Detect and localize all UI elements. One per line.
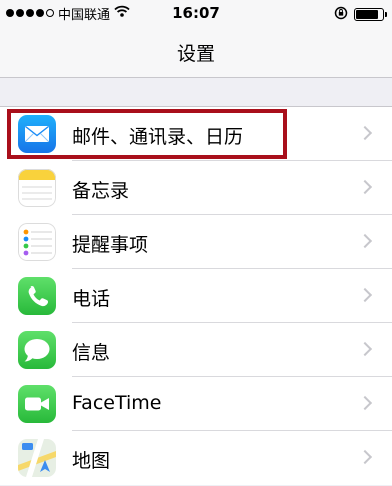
settings-row-label: 地图 xyxy=(72,450,111,472)
chevron-right-icon xyxy=(357,449,373,465)
settings-row-reminders[interactable]: 提醒事项 xyxy=(0,215,392,269)
status-bar: 中国联通 16:07 xyxy=(0,0,392,26)
status-right xyxy=(334,5,387,24)
messages-icon xyxy=(18,331,56,369)
settings-list: 邮件、通讯录、日历 备忘录 提醒事项 电话 信息 FaceTime 地图 xyxy=(0,106,392,485)
chevron-right-icon xyxy=(357,179,373,195)
notes-icon xyxy=(18,169,56,207)
settings-row-maps[interactable]: 地图 xyxy=(0,431,392,485)
settings-row-phone[interactable]: 电话 xyxy=(0,269,392,323)
mail-icon xyxy=(18,115,56,153)
settings-row-label: 邮件、通讯录、日历 xyxy=(72,126,244,148)
battery-icon xyxy=(354,8,387,21)
maps-icon xyxy=(18,439,56,477)
settings-row-label: FaceTime xyxy=(72,392,162,414)
settings-row-messages[interactable]: 信息 xyxy=(0,323,392,377)
rotation-lock-icon xyxy=(334,5,348,24)
battery-level xyxy=(356,10,379,19)
settings-row-facetime[interactable]: FaceTime xyxy=(0,377,392,431)
facetime-icon xyxy=(18,385,56,423)
page-title: 设置 xyxy=(176,43,215,65)
chevron-right-icon xyxy=(357,287,373,303)
settings-row-label: 电话 xyxy=(72,288,111,310)
navigation-bar: 设置 xyxy=(0,26,392,78)
settings-row-mail-contacts-calendars[interactable]: 邮件、通讯录、日历 xyxy=(0,107,392,161)
chevron-right-icon xyxy=(357,395,373,411)
settings-row-label: 提醒事项 xyxy=(72,234,149,256)
settings-row-label: 备忘录 xyxy=(72,180,130,202)
settings-row-notes[interactable]: 备忘录 xyxy=(0,161,392,215)
phone-icon xyxy=(18,277,56,315)
settings-row-label: 信息 xyxy=(72,342,111,364)
chevron-right-icon xyxy=(357,125,373,141)
reminders-icon xyxy=(18,223,56,261)
chevron-right-icon xyxy=(357,341,373,357)
chevron-right-icon xyxy=(357,233,373,249)
